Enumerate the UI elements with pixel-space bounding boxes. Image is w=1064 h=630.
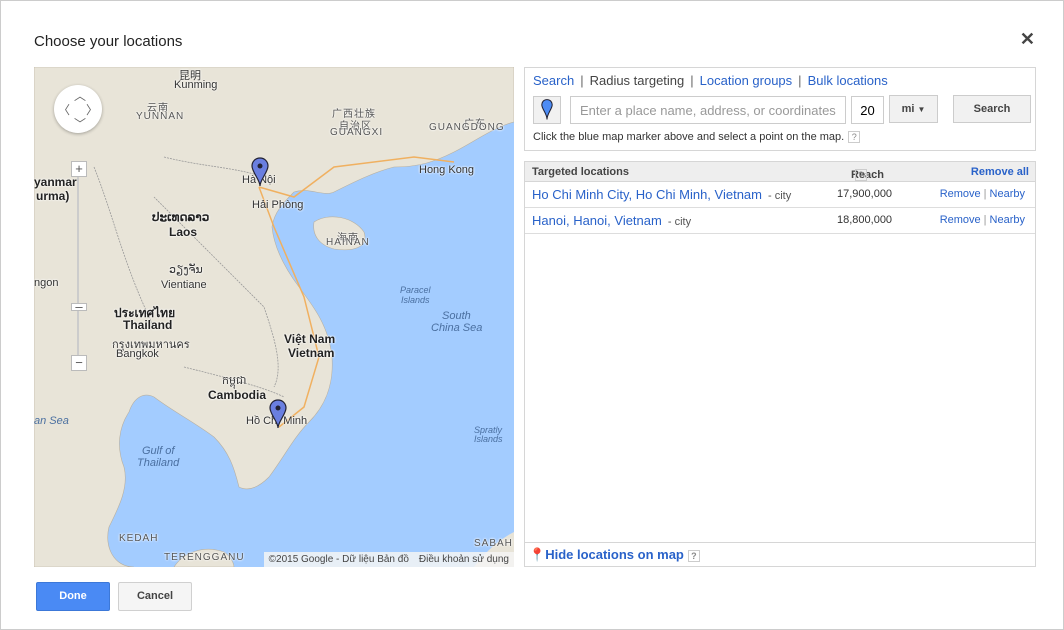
list-item: Hanoi, Hanoi, Vietnam - city 18,800,000 R… [525, 208, 1035, 234]
map-label: urma) [36, 189, 70, 203]
map-label: Bangkok [116, 348, 159, 360]
search-tabs: Search | Radius targeting | Location groups |… [533, 73, 888, 88]
map-label: Thailand [123, 318, 173, 332]
unit-value: mi [901, 103, 915, 115]
zoom-slider-track[interactable] [77, 175, 79, 355]
zoom-control[interactable]: + – − [71, 161, 87, 371]
hint-text: Click the blue map marker above and sele… [533, 131, 861, 144]
chevron-down-icon: ▼ [917, 105, 926, 114]
close-icon[interactable]: ✕ [1020, 29, 1035, 50]
tab-radius-targeting[interactable]: Radius targeting [590, 73, 685, 88]
zoom-slider-handle[interactable]: – [71, 300, 87, 313]
map-label: YUNNAN [136, 111, 185, 122]
map-copyright: ©2015 Google - Dữ liệu Bản đồ [268, 554, 409, 565]
reach-value: 17,900,000 [837, 188, 893, 200]
zoom-in-button[interactable]: + [71, 161, 87, 177]
map-label: HAINAN [326, 237, 370, 248]
hide-locations-toggle[interactable]: 📍Hide locations on map? [525, 542, 1035, 566]
location-link[interactable]: Ho Chi Minh City, Ho Chi Minh, Vietnam [532, 187, 762, 202]
map-marker-icon[interactable] [268, 399, 288, 429]
map-label: GUANGDONG [429, 122, 505, 133]
remove-link[interactable]: Remove [940, 214, 981, 226]
dialog-title: Choose your locations [34, 33, 183, 50]
location-link[interactable]: Hanoi, Hanoi, Vietnam [532, 213, 662, 228]
targeted-locations: Targeted locations Reach? Remove all Ho … [524, 161, 1036, 567]
map-label: SABAH [474, 538, 513, 549]
hint-label: Click the blue map marker above and sele… [533, 131, 845, 143]
list-header: Targeted locations Reach? Remove all [525, 162, 1035, 182]
map-label: Laos [169, 225, 198, 239]
pan-left-icon[interactable]: 〈 [58, 101, 70, 118]
done-button[interactable]: Done [36, 582, 110, 611]
zoom-out-button[interactable]: − [71, 355, 87, 371]
tab-search[interactable]: Search [533, 73, 574, 88]
remove-link[interactable]: Remove [940, 188, 981, 200]
map-label: South [442, 310, 471, 322]
map-label: Cambodia [208, 388, 267, 402]
pan-up-icon[interactable]: ︿ [74, 87, 86, 104]
map-label: an Sea [34, 415, 69, 427]
help-icon[interactable]: ? [687, 549, 700, 562]
hide-locations-link[interactable]: Hide locations on map [545, 547, 684, 562]
location-search-input[interactable] [570, 96, 846, 124]
map-label: Hong Kong [419, 164, 475, 176]
cancel-button[interactable]: Cancel [118, 582, 192, 611]
nearby-link[interactable]: Nearby [990, 188, 1025, 200]
remove-all-link[interactable]: Remove all [971, 166, 1029, 178]
reach-value: 18,800,000 [837, 214, 893, 226]
nearby-link[interactable]: Nearby [990, 214, 1025, 226]
map-label: Hải Phòng [252, 199, 304, 211]
pan-down-icon[interactable]: ﹀ [74, 115, 86, 132]
map-label: ngon [34, 277, 59, 289]
list-item: Ho Chi Minh City, Ho Chi Minh, Vietnam - … [525, 182, 1035, 208]
pan-right-icon[interactable]: 〉 [86, 101, 98, 118]
map-label: Paracel [400, 285, 431, 295]
map-label: Việt Nam [284, 332, 336, 346]
location-type: - city [667, 216, 692, 228]
place-marker-button[interactable] [533, 96, 561, 124]
map-marker-icon: 📍 [529, 547, 546, 562]
tab-bulk-locations[interactable]: Bulk locations [808, 73, 888, 88]
map-label: Vientiane [161, 279, 207, 291]
map-label: ວຽງຈັນ [169, 264, 203, 276]
map-label: TERENGGANU [164, 552, 245, 563]
map-label: Gulf of [142, 445, 175, 457]
map-label: Islands [474, 434, 503, 444]
map-marker-icon[interactable] [250, 157, 270, 187]
map-marker-icon [541, 99, 553, 120]
map-label: ປະເທດລາວ [152, 210, 210, 224]
help-icon[interactable]: ? [848, 131, 861, 144]
help-icon[interactable]: ? [855, 169, 867, 181]
map-label: Islands [401, 295, 430, 305]
search-panel: Search | Radius targeting | Location groups |… [524, 67, 1036, 151]
header-targeted: Targeted locations [532, 166, 629, 178]
map-label: GUANGXI [330, 127, 384, 138]
map-label: Kunming [174, 79, 218, 91]
map-label: KEDAH [119, 533, 159, 544]
map-label: Thailand [137, 457, 180, 469]
tab-location-groups[interactable]: Location groups [700, 73, 793, 88]
map-label: Vietnam [288, 346, 335, 360]
map-terms-link[interactable]: Điều khoản sử dụng [419, 554, 509, 565]
pan-control[interactable]: ︿ ﹀ 〈 〉 [54, 85, 102, 133]
radius-input[interactable] [851, 96, 884, 124]
unit-dropdown[interactable]: mi ▼ [889, 95, 938, 123]
map-attribution: ©2015 Google - Dữ liệu Bản đồ Điều khoản… [263, 552, 514, 567]
location-type: - city [768, 190, 792, 202]
map-label: China Sea [431, 322, 483, 334]
search-button[interactable]: Search [953, 95, 1031, 123]
map[interactable]: 昆明 Kunming 云南 YUNNAN 广西壮族 自治区 GUANGXI 广东 GUANGDO… [34, 67, 514, 567]
